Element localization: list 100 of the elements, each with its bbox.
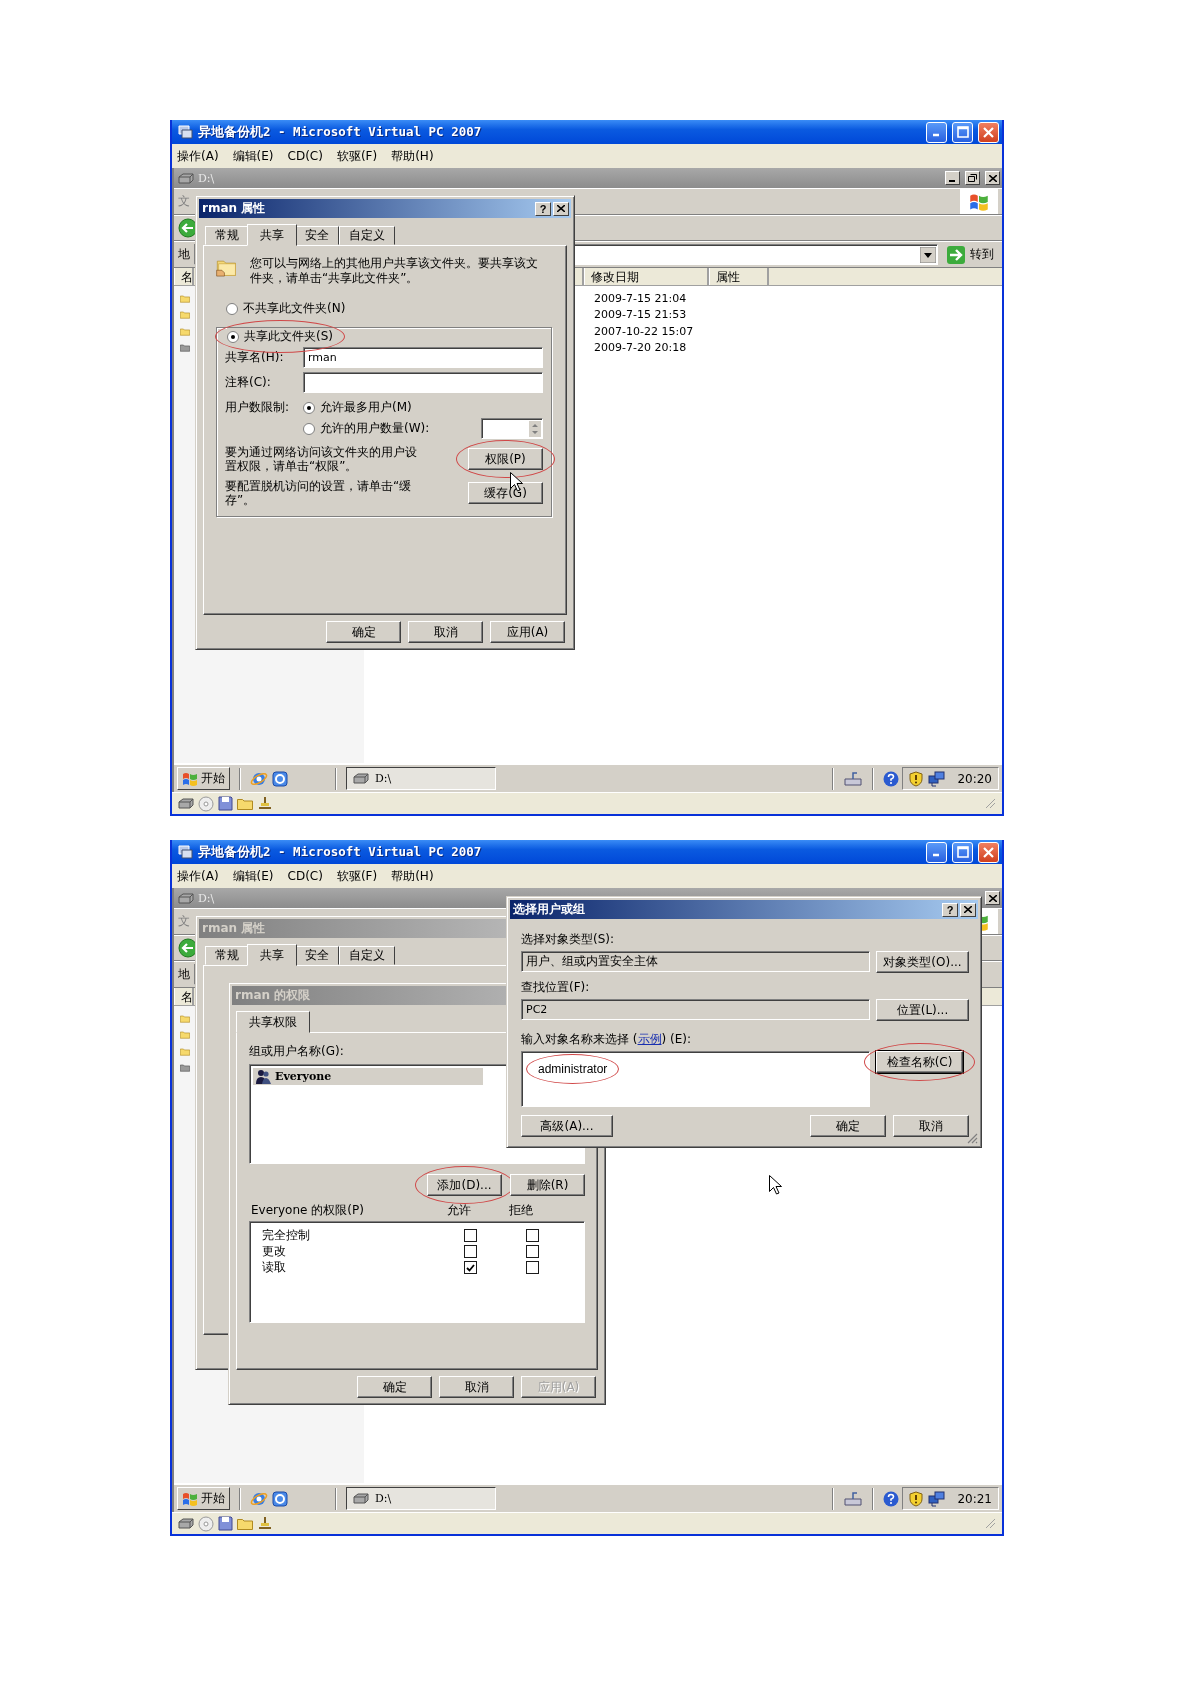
menu-item[interactable]: CD(C) [287, 149, 323, 163]
go-button[interactable]: 转到 [942, 244, 998, 265]
locations-button[interactable]: 位置(L)... [876, 999, 969, 1021]
dialog-button[interactable]: 取消 [408, 621, 483, 643]
start-button[interactable]: 开始 [177, 767, 230, 790]
help-button[interactable]: ? [535, 201, 551, 216]
taskbar-button[interactable]: D:\ [346, 767, 496, 790]
maximize-icon [956, 126, 969, 138]
list-item[interactable]: Everyone [253, 1068, 483, 1085]
menu-item[interactable]: 操作(A) [177, 147, 219, 165]
dialog-button[interactable]: 确定 [357, 1376, 432, 1398]
tab[interactable]: 共享 [247, 944, 297, 966]
address-label: 地 [178, 966, 190, 983]
tab[interactable]: 常规 [205, 946, 249, 965]
tab[interactable]: 自定义 [339, 946, 395, 965]
radio-button[interactable] [303, 401, 315, 414]
network-share-icon[interactable] [257, 1516, 273, 1531]
dropdown-icon[interactable] [920, 246, 936, 263]
help-icon[interactable] [883, 770, 900, 787]
help-icon[interactable] [883, 1490, 900, 1507]
window-title: 异地备份机2 - Microsoft Virtual PC 2007 [198, 123, 483, 141]
menu-item[interactable]: 帮助(H) [391, 867, 434, 885]
start-button[interactable]: 开始 [177, 1487, 230, 1510]
drive-icon [178, 892, 194, 904]
desktop-icon[interactable] [271, 769, 289, 788]
radio-button[interactable] [227, 330, 239, 343]
examples-link[interactable]: 示例 [637, 1032, 662, 1046]
drive-icon [353, 1493, 369, 1504]
menu-item[interactable]: 软驱(F) [336, 147, 378, 165]
close-button[interactable] [985, 891, 1000, 905]
menu-item[interactable]: 操作(A) [177, 867, 219, 885]
dialog-button[interactable]: 取消 [439, 1376, 514, 1398]
keyboard-icon[interactable] [843, 1490, 864, 1507]
check-names-button[interactable]: 检查名称(C) [876, 1051, 963, 1073]
comment-field[interactable] [303, 372, 543, 393]
restore-button[interactable] [965, 171, 980, 185]
desktop-icon[interactable] [271, 1489, 289, 1508]
checkbox[interactable] [525, 1245, 539, 1258]
radio-button[interactable] [226, 302, 238, 315]
menu-item[interactable]: 帮助(H) [391, 147, 434, 165]
dialog-button[interactable]: 确定 [326, 621, 401, 643]
close-icon [988, 894, 997, 902]
column-header: 拒绝 [509, 1202, 533, 1219]
instruction-text: 要为通过网络访问该文件夹的用户设置权限，请单击“权限”。 [225, 445, 418, 473]
permission-name: 读取 [262, 1259, 286, 1276]
network-share-icon[interactable] [257, 796, 273, 811]
tab[interactable]: 安全 [295, 946, 339, 965]
checkbox[interactable] [463, 1229, 477, 1242]
checkbox[interactable] [525, 1229, 539, 1242]
description-text: 您可以与网络上的其他用户共享该文件夹。要共享该文件夹，请单击“共享此文件夹”。 [250, 255, 540, 286]
field-label: 共享名(H): [225, 349, 285, 366]
resize-grip[interactable] [967, 1133, 978, 1144]
tab[interactable]: 共享权限 [236, 1011, 310, 1033]
modified-date: 2009-7-15 21:04 [593, 291, 688, 305]
maximize-button[interactable] [952, 121, 973, 143]
checkbox[interactable] [463, 1245, 477, 1258]
tab[interactable]: 自定义 [339, 226, 395, 245]
shield-icon[interactable] [909, 1490, 924, 1507]
resize-grip[interactable] [985, 1518, 996, 1529]
advanced-button[interactable]: 高级(A)... [521, 1115, 613, 1137]
checkbox[interactable] [525, 1261, 539, 1274]
spin-field[interactable] [481, 418, 543, 439]
dialog-button[interactable]: 应用(A) [490, 621, 565, 643]
tab[interactable]: 安全 [295, 226, 339, 245]
menu-item[interactable]: CD(C) [287, 869, 323, 883]
network-icon[interactable] [928, 770, 947, 787]
remove-button[interactable]: 删除(R) [510, 1174, 585, 1196]
checkbox[interactable] [463, 1261, 477, 1274]
add-button[interactable]: 添加(D)... [427, 1174, 502, 1196]
network-icon[interactable] [928, 1490, 947, 1507]
minimize-button[interactable] [945, 171, 960, 185]
help-button[interactable]: ? [942, 902, 958, 917]
object-names-field[interactable]: administrator [521, 1051, 870, 1107]
keyboard-icon[interactable] [843, 770, 864, 787]
radio-label: 允许的用户数量(W): [320, 420, 430, 437]
close-button[interactable] [985, 171, 1000, 185]
maximize-button[interactable] [952, 841, 973, 863]
field-label: 选择对象类型(S): [521, 931, 616, 948]
tab[interactable]: 常规 [205, 226, 249, 245]
menu-item[interactable]: 编辑(E) [232, 147, 274, 165]
shield-icon[interactable] [909, 770, 924, 787]
field-label: 注释(C): [225, 374, 272, 391]
floppy-icon[interactable] [218, 1516, 233, 1531]
menu-item[interactable]: 软驱(F) [336, 867, 378, 885]
close-button[interactable] [553, 201, 569, 216]
object-type-field: 用户、组或内置安全主体 [521, 951, 870, 972]
dialog-button[interactable]: 取消 [893, 1115, 969, 1137]
share-name-field[interactable]: rman [303, 347, 543, 368]
radio-button[interactable] [303, 422, 315, 435]
floppy-icon[interactable] [218, 796, 233, 811]
close-button[interactable] [960, 902, 976, 917]
window-title: D:\ [198, 891, 216, 905]
taskbar-button[interactable]: D:\ [346, 1487, 496, 1510]
menu-item[interactable]: 编辑(E) [232, 867, 274, 885]
object-types-button[interactable]: 对象类型(O)... [876, 951, 969, 973]
permissions-button[interactable]: 权限(P) [468, 448, 543, 470]
dialog-button[interactable]: 确定 [810, 1115, 886, 1137]
folder-icon [237, 797, 253, 810]
tab[interactable]: 共享 [247, 224, 297, 246]
resize-grip[interactable] [985, 798, 996, 809]
